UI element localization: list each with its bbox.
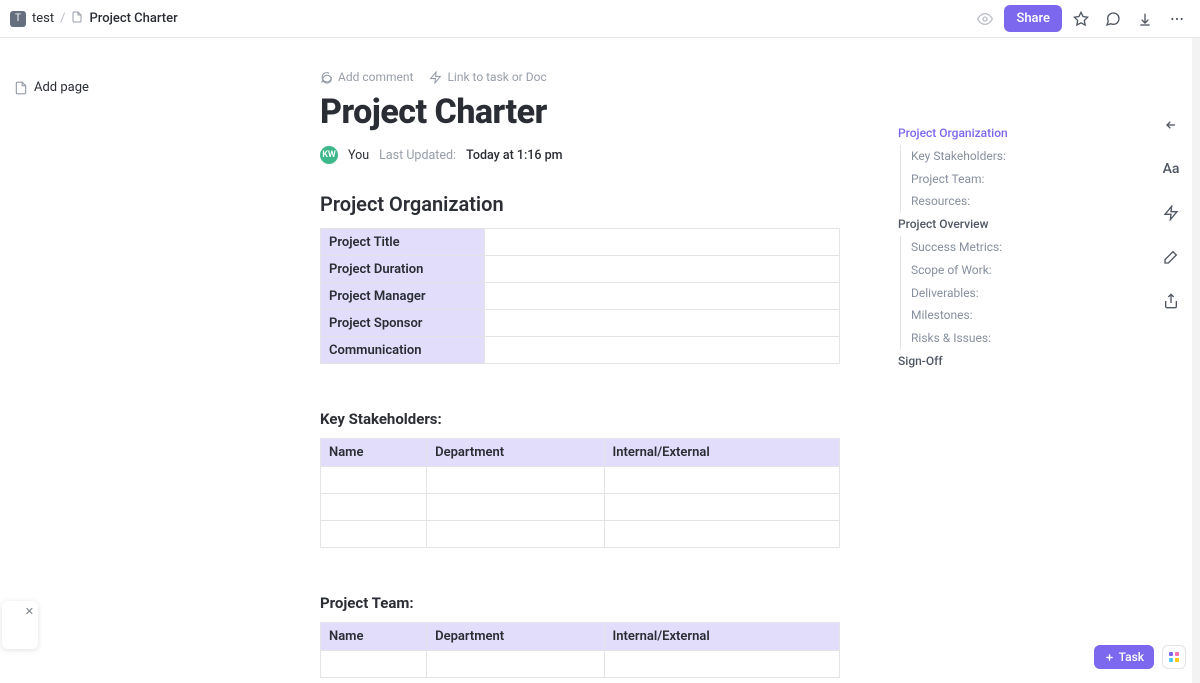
topbar-actions: Share <box>972 5 1190 32</box>
avatar[interactable]: KW <box>320 146 338 164</box>
stakeholders-table[interactable]: Name Department Internal/External <box>320 438 840 548</box>
table-row[interactable]: Project Manager <box>321 283 840 310</box>
col-header: Name <box>321 623 427 651</box>
info-value[interactable] <box>485 337 840 364</box>
collapse-icon[interactable] <box>1158 112 1184 138</box>
info-label: Project Sponsor <box>321 310 485 337</box>
more-button[interactable] <box>1164 6 1190 32</box>
outline-item[interactable]: Deliverables: <box>900 282 1008 305</box>
outline-item[interactable]: Project Organization <box>898 122 1008 145</box>
info-label: Project Manager <box>321 283 485 310</box>
outline-item[interactable]: Scope of Work: <box>900 259 1008 282</box>
col-header: Department <box>427 439 604 467</box>
outline-item[interactable]: Milestones: <box>900 304 1008 327</box>
close-icon[interactable]: ✕ <box>25 605 34 618</box>
table-row[interactable] <box>321 521 840 548</box>
outline-item[interactable]: Project Team: <box>900 168 1008 191</box>
add-comment-button[interactable]: Add comment <box>320 70 413 84</box>
subheading-stakeholders: Key Stakeholders: <box>320 410 840 428</box>
new-task-button[interactable]: Task <box>1094 645 1154 669</box>
outline-item[interactable]: Risks & Issues: <box>900 327 1008 350</box>
author-label: You <box>348 148 369 163</box>
outline-item[interactable]: Project Overview <box>898 213 1008 236</box>
wand-icon[interactable] <box>1158 244 1184 270</box>
info-value[interactable] <box>485 256 840 283</box>
table-row[interactable]: Project Title <box>321 229 840 256</box>
col-header: Internal/External <box>604 439 839 467</box>
scrollbar[interactable] <box>1192 38 1200 683</box>
col-header: Name <box>321 439 427 467</box>
subheading-team: Project Team: <box>320 594 840 612</box>
col-header: Internal/External <box>604 623 839 651</box>
section-heading-organization: Project Organization <box>320 192 840 216</box>
updated-label: Last Updated: <box>379 148 456 163</box>
outline-item[interactable]: Resources: <box>900 190 1008 213</box>
comments-button[interactable] <box>1100 6 1126 32</box>
table-row[interactable] <box>321 467 840 494</box>
ai-icon[interactable] <box>1158 200 1184 226</box>
topbar: T test / Project Charter Share <box>0 0 1200 38</box>
visibility-button[interactable] <box>972 6 998 32</box>
breadcrumb-doc-title[interactable]: Project Charter <box>89 11 177 26</box>
outline-item[interactable]: Sign-Off <box>898 350 1008 373</box>
outline-panel: Project Organization Key Stakeholders: P… <box>898 122 1008 373</box>
bottom-actions: Task <box>1094 645 1186 669</box>
updated-value: Today at 1:16 pm <box>466 148 562 163</box>
team-table[interactable]: Name Department Internal/External <box>320 622 840 678</box>
outline-item[interactable]: Key Stakeholders: <box>900 145 1008 168</box>
breadcrumb-workspace[interactable]: test <box>32 11 54 26</box>
page-title[interactable]: Project Charter <box>320 92 840 132</box>
doc-action-row: Add comment Link to task or Doc <box>320 70 840 84</box>
info-label: Project Duration <box>321 256 485 283</box>
share-button[interactable]: Share <box>1004 5 1062 32</box>
download-button[interactable] <box>1132 6 1158 32</box>
table-row[interactable]: Project Duration <box>321 256 840 283</box>
export-icon[interactable] <box>1158 288 1184 314</box>
table-row[interactable]: Communication <box>321 337 840 364</box>
new-task-label: Task <box>1119 650 1144 664</box>
typography-icon[interactable]: Aa <box>1158 156 1184 182</box>
info-value[interactable] <box>485 310 840 337</box>
project-info-table[interactable]: Project Title Project Duration Project M… <box>320 228 840 364</box>
document-body: Add comment Link to task or Doc Project … <box>320 70 840 678</box>
notification-card[interactable]: ✕ <box>2 601 38 649</box>
left-sidebar: Add page <box>8 76 95 99</box>
table-row[interactable] <box>321 651 840 678</box>
info-label: Communication <box>321 337 485 364</box>
favorite-button[interactable] <box>1068 6 1094 32</box>
doc-icon <box>71 11 83 26</box>
add-comment-label: Add comment <box>338 70 413 84</box>
info-value[interactable] <box>485 283 840 310</box>
apps-button[interactable] <box>1162 645 1186 669</box>
col-header: Department <box>427 623 604 651</box>
info-value[interactable] <box>485 229 840 256</box>
info-label: Project Title <box>321 229 485 256</box>
byline: KW You Last Updated: Today at 1:16 pm <box>320 146 840 164</box>
add-page-label: Add page <box>34 80 89 95</box>
table-row[interactable] <box>321 494 840 521</box>
add-page-button[interactable]: Add page <box>8 76 95 99</box>
outline-item[interactable]: Success Metrics: <box>900 236 1008 259</box>
table-row[interactable]: Project Sponsor <box>321 310 840 337</box>
link-task-button[interactable]: Link to task or Doc <box>429 70 546 84</box>
right-rail: Aa <box>1158 112 1184 314</box>
workspace-badge[interactable]: T <box>10 11 26 27</box>
link-task-label: Link to task or Doc <box>447 70 546 84</box>
breadcrumb-separator: / <box>60 11 65 26</box>
breadcrumb: T test / Project Charter <box>10 11 178 27</box>
